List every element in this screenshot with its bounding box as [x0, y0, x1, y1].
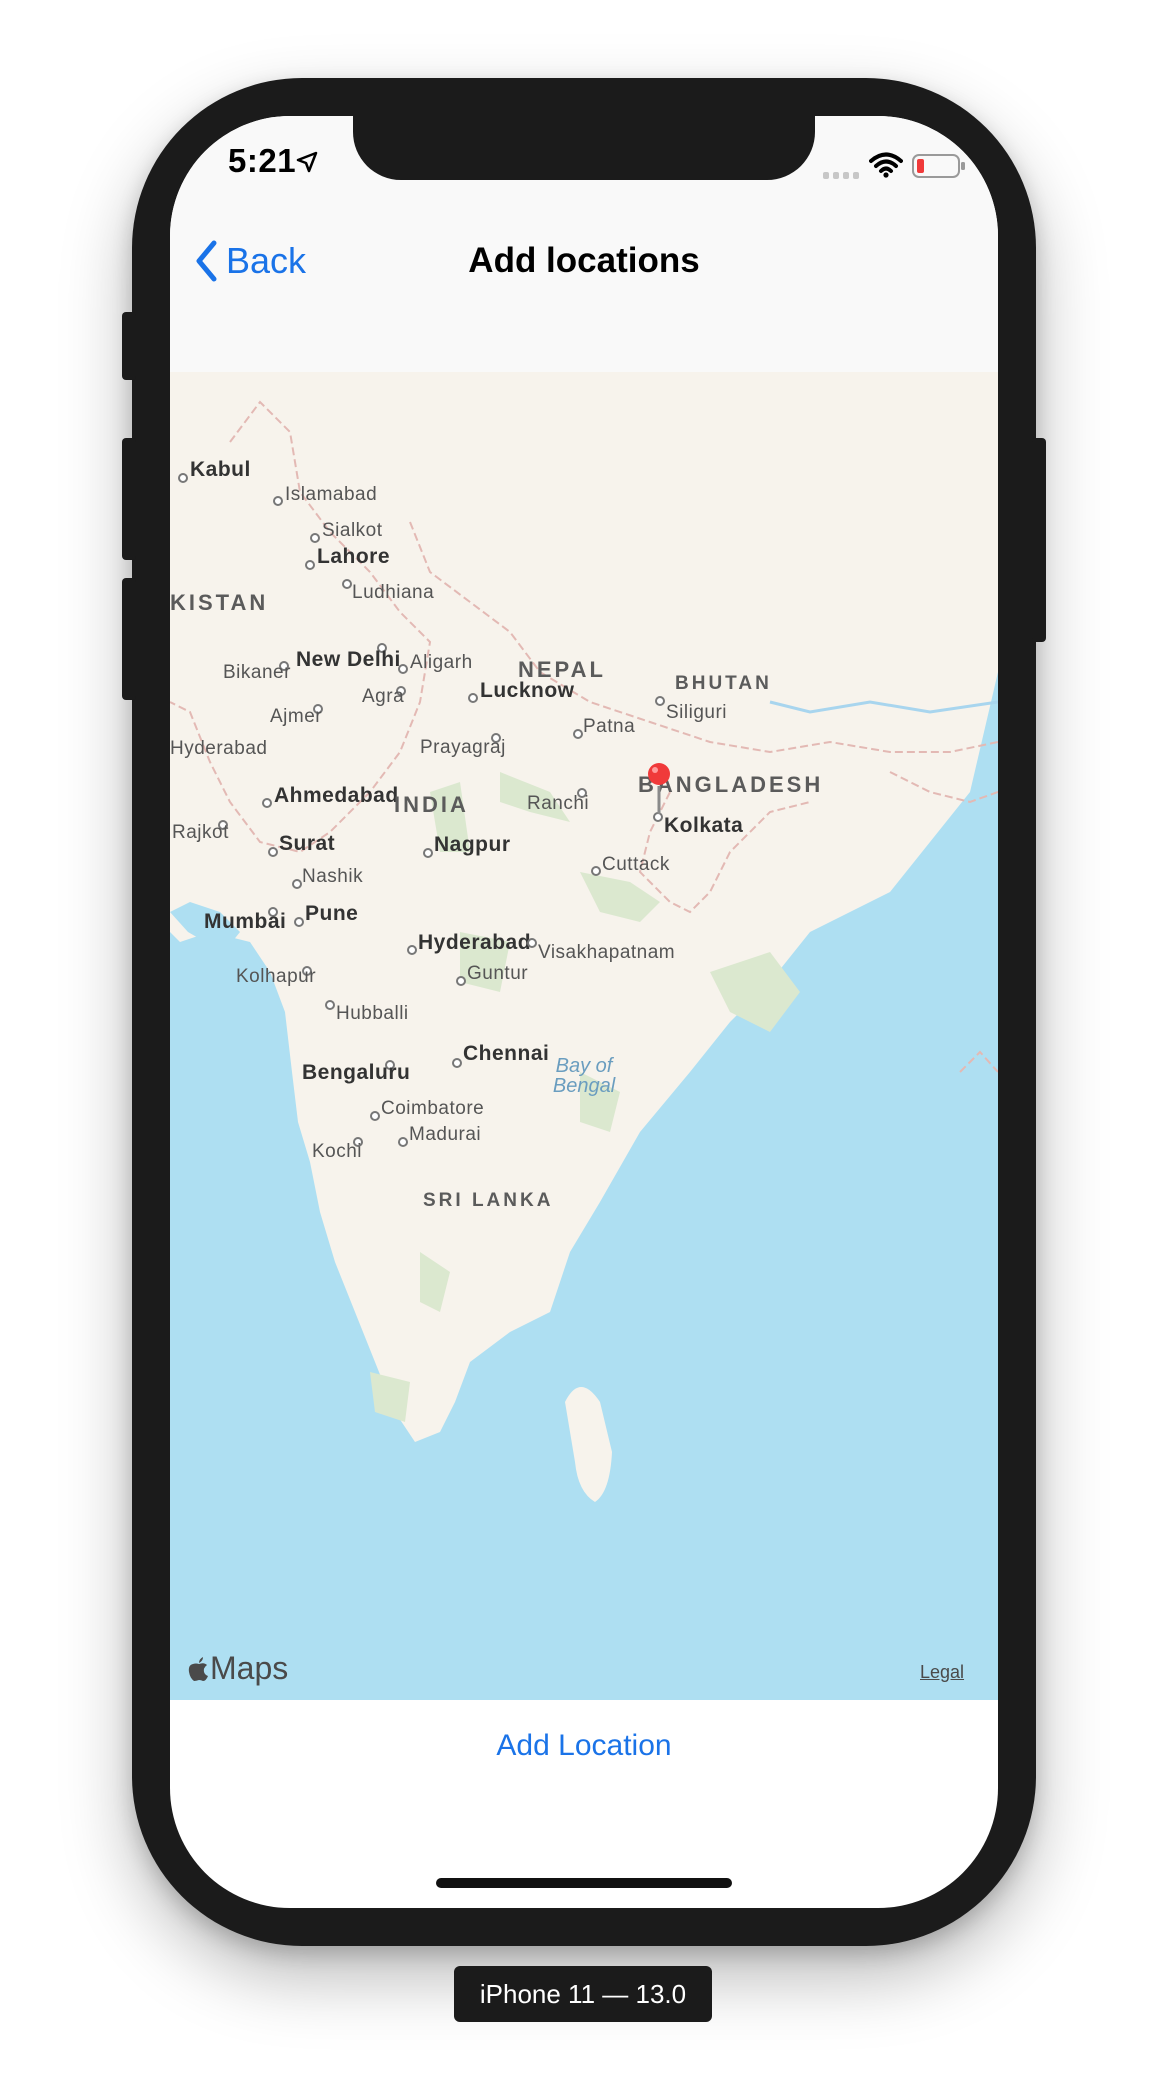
city-label-ajmer: Ajmer — [270, 706, 323, 727]
city-label-hyderabad: Hyderabad — [418, 931, 532, 954]
power-button — [1032, 438, 1046, 642]
city-label-hubballi: Hubballi — [336, 1003, 409, 1024]
country-label-sri-lanka: SRI LANKA — [423, 1190, 554, 1211]
city-label-coimbatore: Coimbatore — [381, 1098, 485, 1119]
city-marker — [456, 976, 466, 986]
location-pin[interactable] — [645, 762, 675, 818]
city-label-kochi: Kochi — [312, 1141, 363, 1162]
city-marker — [273, 496, 283, 506]
city-marker — [178, 473, 188, 483]
city-label-ludhiana: Ludhiana — [352, 582, 435, 603]
city-label-patna: Patna — [583, 716, 636, 737]
city-marker — [452, 1058, 462, 1068]
notch — [353, 116, 815, 180]
city-marker — [262, 798, 272, 808]
map-pin-icon — [648, 763, 670, 814]
city-label-prayagraj: Prayagraj — [420, 737, 506, 758]
city-marker — [268, 847, 278, 857]
city-label-bengaluru: Bengaluru — [302, 1061, 411, 1084]
city-marker — [305, 560, 315, 570]
map-view[interactable]: Kabul Islamabad Sialkot Lahore Ludhiana … — [170, 372, 998, 1700]
city-label-bikaner: Bikaner — [223, 662, 291, 683]
city-label-mumbai: Mumbai — [204, 910, 287, 933]
city-marker — [573, 729, 583, 739]
city-marker — [325, 1000, 335, 1010]
page-title: Add locations — [468, 241, 700, 280]
city-label-guntur: Guntur — [467, 963, 529, 984]
apple-logo-icon — [188, 1656, 208, 1681]
city-marker — [655, 696, 665, 706]
home-indicator — [436, 1878, 732, 1888]
city-label-kolhapur: Kolhapur — [236, 966, 317, 987]
city-marker — [407, 945, 417, 955]
city-label-sialkot: Sialkot — [322, 520, 383, 541]
city-marker — [423, 848, 433, 858]
city-marker — [342, 579, 352, 589]
country-label-bhutan: BHUTAN — [675, 673, 772, 694]
city-marker — [370, 1111, 380, 1121]
city-label-ahmedabad: Ahmedabad — [274, 784, 399, 807]
city-marker — [591, 866, 601, 876]
status-time: 5:21 — [228, 142, 297, 179]
map-base — [170, 372, 998, 1700]
city-label-rajkot: Rajkot — [172, 822, 229, 843]
city-marker — [292, 879, 302, 889]
city-marker — [310, 533, 320, 543]
city-label-siliguri: Siliguri — [666, 702, 728, 723]
city-label-madurai: Madurai — [409, 1124, 482, 1145]
city-label-visakhapatnam: Visakhapatnam — [538, 942, 676, 963]
city-label-kabul: Kabul — [190, 458, 251, 481]
city-label-surat: Surat — [279, 832, 336, 855]
city-marker — [527, 938, 537, 948]
mute-switch — [122, 312, 136, 380]
phone-screen: 5:21 Back Add locations Kabul Islamabad … — [170, 116, 998, 1908]
city-marker — [294, 917, 304, 927]
water-label-line-2: Bengal — [552, 1075, 616, 1097]
country-label-pakistan: KISTAN — [170, 590, 269, 615]
add-location-button[interactable]: Add Location — [170, 1716, 998, 1776]
device-label: iPhone 11 — 13.0 — [454, 1966, 712, 2022]
cellular-signal-icon — [823, 172, 859, 179]
city-label-lahore: Lahore — [317, 545, 391, 568]
city-label-kolkata: Kolkata — [664, 814, 744, 837]
city-label-ranchi: Ranchi — [527, 793, 590, 814]
country-label-nepal: NEPAL — [518, 657, 606, 682]
city-label-cuttack: Cuttack — [602, 854, 670, 875]
city-label-pune: Pune — [305, 902, 359, 925]
maps-logo-text: Maps — [210, 1650, 289, 1686]
country-label-india: INDIA — [394, 792, 469, 817]
maps-logo: Maps — [188, 1650, 288, 1687]
city-label-hyderabad-pk: Hyderabad — [170, 738, 268, 759]
city-label-nagpur: Nagpur — [434, 833, 511, 856]
volume-up-button — [122, 438, 136, 560]
legal-link[interactable]: Legal — [920, 1662, 964, 1683]
city-marker — [398, 664, 408, 674]
wifi-icon — [869, 152, 903, 178]
city-label-islamabad: Islamabad — [285, 484, 378, 505]
battery-icon — [912, 154, 965, 178]
city-label-aligarh: Aligarh — [410, 652, 473, 673]
water-label-line-1: Bay of — [555, 1055, 613, 1077]
city-label-chennai: Chennai — [463, 1042, 550, 1065]
volume-down-button — [122, 578, 136, 700]
location-arrow-icon — [296, 151, 318, 173]
city-marker — [398, 1137, 408, 1147]
city-label-new-delhi: New Delhi — [296, 648, 401, 671]
city-marker — [468, 693, 478, 703]
city-label-agra: Agra — [362, 686, 405, 707]
water-label-bay-of-bengal: Bay of Bengal — [544, 1056, 624, 1096]
city-label-nashik: Nashik — [302, 866, 364, 887]
